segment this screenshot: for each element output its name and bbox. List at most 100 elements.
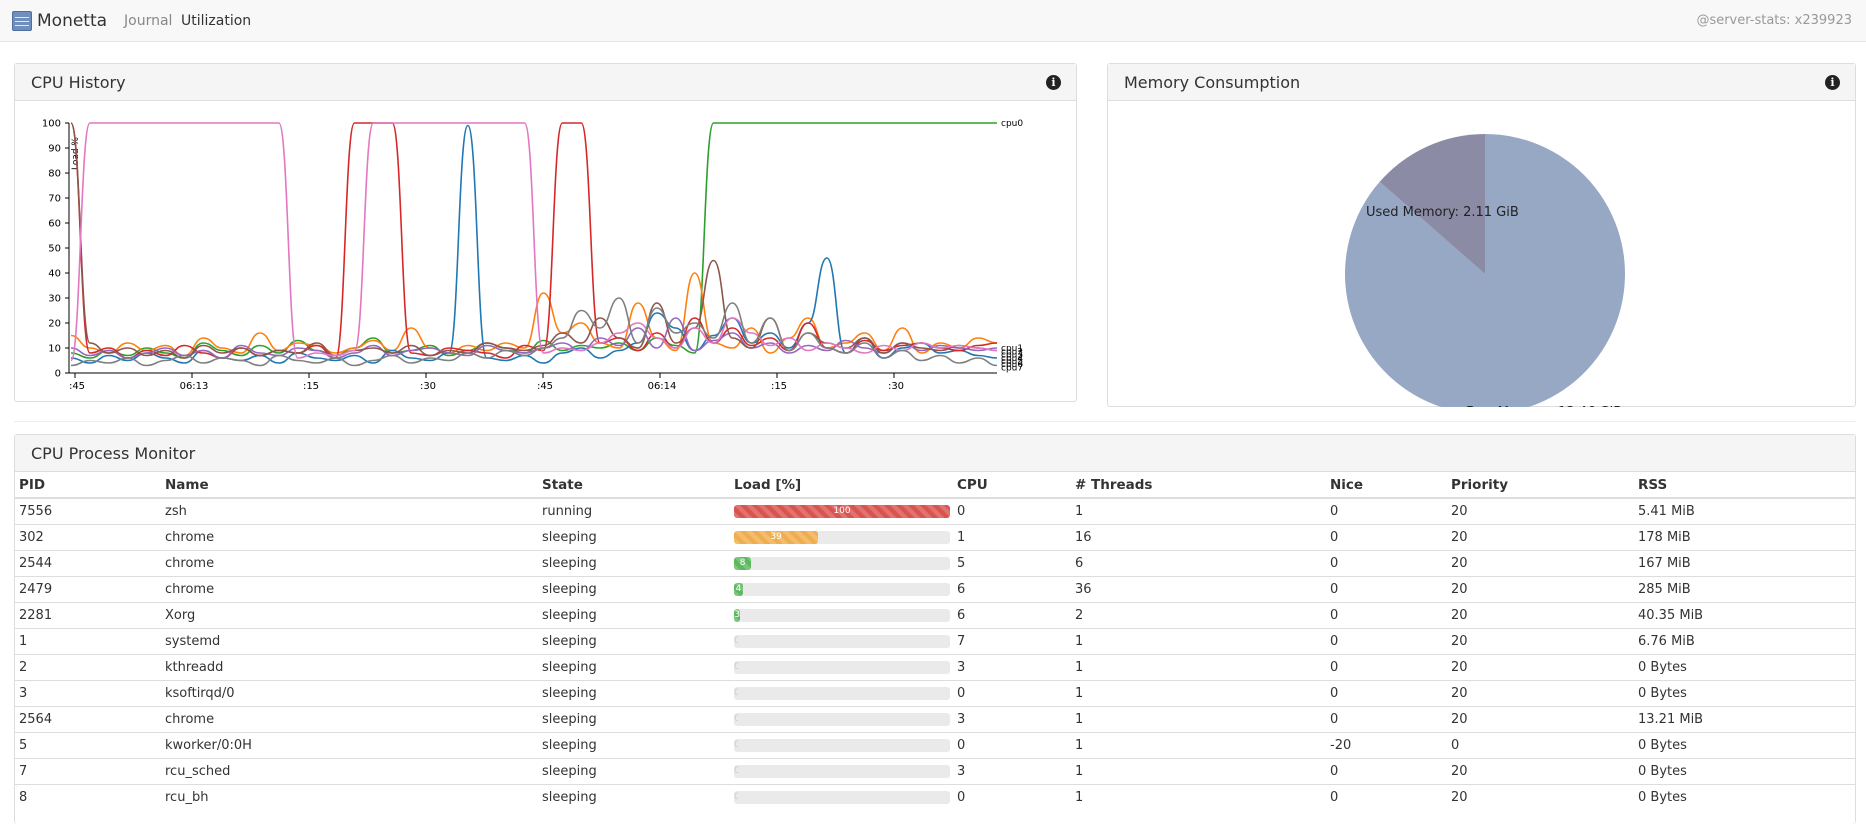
column-header-threads[interactable]: # Threads <box>1071 472 1326 499</box>
cell-cpu: 0 <box>953 497 1071 524</box>
cell-name: rcu_bh <box>161 783 538 810</box>
brand-logo-icon <box>12 11 32 31</box>
process-monitor-heading: CPU Process Monitor <box>15 435 1855 472</box>
section-divider <box>14 421 1856 422</box>
load-cell: 0 <box>730 679 953 706</box>
cell-rss: 0 Bytes <box>1634 679 1855 706</box>
column-header-priority[interactable]: Priority <box>1447 472 1634 499</box>
cell-rss: 0 Bytes <box>1634 731 1855 758</box>
cell-cpu: 6 <box>953 601 1071 628</box>
column-header-pid[interactable]: PID <box>15 472 161 499</box>
y-tick-label: 60 <box>48 219 61 230</box>
cell-pid: 1 <box>15 627 161 654</box>
column-header-cpu[interactable]: CPU <box>953 472 1071 499</box>
cell-nice: 0 <box>1326 757 1447 784</box>
table-row[interactable]: 2564chromesleeping03102013.21 MiB <box>15 705 1855 732</box>
load-bar: 0 <box>734 738 950 752</box>
server-label: @server-stats: x239923 <box>1696 13 1852 28</box>
cell-priority: 20 <box>1447 497 1634 524</box>
cell-name: Xorg <box>161 601 538 628</box>
brand[interactable]: Monetta <box>12 8 107 34</box>
table-row[interactable]: 3ksoftirqd/0sleeping0010200 Bytes <box>15 679 1855 706</box>
cell-pid: 2 <box>15 653 161 680</box>
table-row[interactable]: 8rcu_bhsleeping0010200 Bytes <box>15 783 1855 810</box>
cell-threads: 1 <box>1071 679 1326 706</box>
column-header-rss[interactable]: RSS <box>1634 472 1855 499</box>
nav-link-journal[interactable]: Journal <box>124 13 172 29</box>
memory-pie-chart: Used Memory: 2.11 GiB Free Memory: 13.46 … <box>1345 134 1625 407</box>
cell-priority: 20 <box>1447 523 1634 550</box>
nav-link-utilization[interactable]: Utilization <box>181 13 251 29</box>
load-bar: 0 <box>734 764 950 778</box>
cell-priority: 20 <box>1447 653 1634 680</box>
cell-name: systemd <box>161 627 538 654</box>
memory-panel: Memory Consumption i Used Memory: 2.11 G… <box>1107 63 1856 407</box>
cell-pid: 7 <box>15 757 161 784</box>
series-end-label: cpu0 <box>1001 119 1023 129</box>
load-bar: 8 <box>734 556 950 570</box>
cell-name: chrome <box>161 523 538 550</box>
cell-threads: 1 <box>1071 497 1326 524</box>
table-row[interactable]: 2281 Xorg sleeping 3 6 2 0 20 40.35 MiB <box>15 601 1855 628</box>
y-tick-label: 70 <box>48 194 61 205</box>
cell-nice: 0 <box>1326 601 1447 628</box>
cpu-history-title: CPU History <box>31 73 126 92</box>
info-icon[interactable]: i <box>1825 75 1840 90</box>
cell-state: sleeping <box>538 601 730 628</box>
table-row[interactable]: 2kthreaddsleeping0310200 Bytes <box>15 653 1855 680</box>
table-row[interactable]: 7rcu_schedsleeping0310200 Bytes <box>15 757 1855 784</box>
load-bar-fill: 0 <box>734 661 738 674</box>
x-tick-label: 06:14 <box>648 381 677 392</box>
process-table: PID Name State Load [%] CPU # Threads Ni… <box>15 472 1855 810</box>
cell-priority: 20 <box>1447 627 1634 654</box>
cell-pid: 2281 <box>15 601 161 628</box>
load-bar: 0 <box>734 686 950 700</box>
column-header-load[interactable]: Load [%] <box>730 472 953 499</box>
cell-threads: 1 <box>1071 627 1326 654</box>
column-header-nice[interactable]: Nice <box>1326 472 1447 499</box>
table-row[interactable]: 2479 chrome sleeping 4 6 36 0 20 285 MiB <box>15 575 1855 602</box>
y-tick-label: 30 <box>48 294 61 305</box>
load-bar-fill: 0 <box>734 791 738 804</box>
table-row[interactable]: 2544 chrome sleeping 8 5 6 0 20 167 MiB <box>15 549 1855 576</box>
y-tick-label: 100 <box>42 119 61 130</box>
info-icon[interactable]: i <box>1046 75 1061 90</box>
cell-rss: 0 Bytes <box>1634 783 1855 810</box>
cell-state: running <box>538 497 730 524</box>
load-cell: 100 <box>730 497 953 524</box>
cell-rss: 0 Bytes <box>1634 757 1855 784</box>
column-header-state[interactable]: State <box>538 472 730 499</box>
cell-rss: 178 MiB <box>1634 523 1855 550</box>
cell-state: sleeping <box>538 679 730 706</box>
table-row[interactable]: 302 chrome sleeping 39 1 16 0 20 178 MiB <box>15 523 1855 550</box>
cell-name: chrome <box>161 575 538 602</box>
cell-rss: 5.41 MiB <box>1634 497 1855 524</box>
table-row[interactable]: 1systemdsleeping0710206.76 MiB <box>15 627 1855 654</box>
cell-threads: 1 <box>1071 653 1326 680</box>
table-row[interactable]: 5kworker/0:0Hsleeping001-2000 Bytes <box>15 731 1855 758</box>
cell-priority: 20 <box>1447 705 1634 732</box>
free-memory-label: Free Memory: 13.46 GiB <box>1466 405 1622 407</box>
series-end-label: cpu7 <box>1001 363 1023 373</box>
cell-pid: 7556 <box>15 497 161 524</box>
cell-name: chrome <box>161 705 538 732</box>
x-tick-label: :45 <box>69 381 85 392</box>
column-header-name[interactable]: Name <box>161 472 538 499</box>
cell-state: sleeping <box>538 705 730 732</box>
cell-cpu: 0 <box>953 783 1071 810</box>
table-row[interactable]: 7556 zsh running 100 0 1 0 20 5.41 MiB <box>15 497 1855 524</box>
load-bar: 100 <box>734 504 950 518</box>
cell-name: kthreadd <box>161 653 538 680</box>
cell-rss: 0 Bytes <box>1634 653 1855 680</box>
process-monitor-panel: CPU Process Monitor PID Name State Load … <box>14 434 1856 824</box>
cpu-history-heading: CPU History i <box>15 64 1076 101</box>
cell-nice: 0 <box>1326 627 1447 654</box>
x-tick-label: :45 <box>537 381 553 392</box>
cell-name: chrome <box>161 549 538 576</box>
cell-rss: 13.21 MiB <box>1634 705 1855 732</box>
cell-state: sleeping <box>538 523 730 550</box>
load-bar-fill: 0 <box>734 635 738 648</box>
cell-threads: 16 <box>1071 523 1326 550</box>
cell-threads: 36 <box>1071 575 1326 602</box>
x-tick-label: :15 <box>771 381 787 392</box>
